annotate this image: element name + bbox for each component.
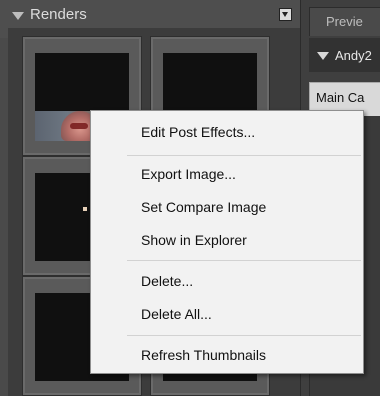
menu-item-edit-post-effects[interactable]: Edit Post Effects... (92, 120, 362, 144)
render-lips (70, 123, 88, 129)
menu-item-label: Show in Explorer (141, 232, 247, 248)
renders-panel-title[interactable]: Renders (12, 6, 87, 23)
menu-item-label: Export Image... (141, 166, 236, 182)
menu-item-delete-all[interactable]: Delete All... (92, 302, 362, 326)
menu-item-label: Edit Post Effects... (141, 124, 256, 140)
panel-menu-icon[interactable] (279, 8, 292, 21)
scene-node-label: Andy2 (335, 47, 372, 63)
context-menu: Edit Post Effects... Export Image... Set… (90, 110, 364, 374)
menu-item-refresh-thumbnails[interactable]: Refresh Thumbnails (92, 343, 362, 367)
menu-item-label: Delete All... (141, 306, 212, 322)
menu-item-show-in-explorer[interactable]: Show in Explorer (92, 228, 362, 252)
menu-item-label: Refresh Thumbnails (141, 347, 267, 363)
menu-item-set-compare-image[interactable]: Set Compare Image (92, 195, 362, 219)
menu-item-delete[interactable]: Delete... (92, 269, 362, 293)
expand-triangle-icon[interactable] (317, 52, 329, 60)
menu-item-export-image[interactable]: Export Image... (92, 162, 362, 186)
menu-separator (127, 155, 361, 156)
render-pixel (83, 207, 87, 211)
camera-select-value: Main Ca (316, 90, 365, 105)
scene-node-row[interactable]: Andy2 (309, 38, 380, 72)
menu-separator (127, 335, 361, 336)
collapse-triangle-icon[interactable] (12, 11, 24, 20)
preview-tab[interactable]: Previe (309, 7, 380, 36)
menu-item-label: Delete... (141, 273, 194, 289)
preview-tab-label: Previe (326, 14, 363, 29)
menu-item-label: Set Compare Image (141, 199, 267, 215)
menu-separator (127, 260, 361, 261)
renders-title-label: Renders (30, 6, 87, 23)
